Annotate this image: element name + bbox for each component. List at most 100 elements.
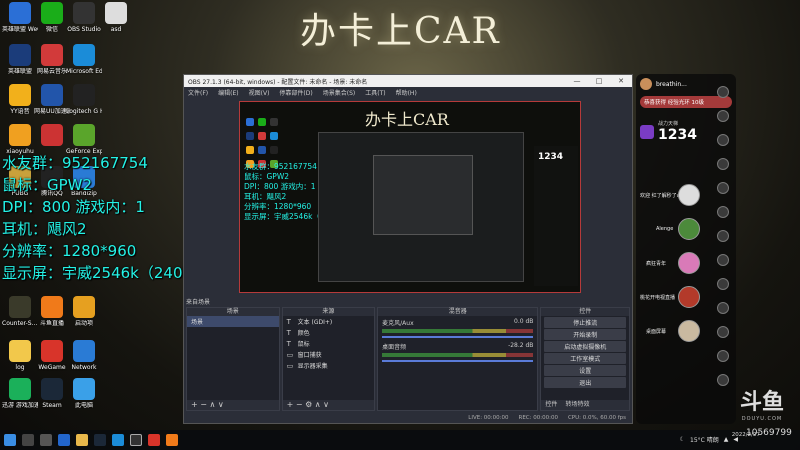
desktop-icon[interactable]: xiaoyuhu	[2, 124, 38, 155]
desktop-icon-label: Logitech G HUB	[66, 108, 102, 115]
side-button-icon[interactable]	[717, 110, 729, 122]
search-icon[interactable]	[22, 434, 34, 446]
scenes-dock: 场景 场景 + − ∧ ∨	[186, 307, 280, 411]
obs-window[interactable]: OBS 27.1.3 (64-bit, windows) - 配置文件: 未命名…	[183, 74, 633, 424]
desktop-icon[interactable]: 迅游 游戏加速器	[2, 378, 38, 409]
app-icon	[9, 44, 31, 66]
virtual-camera-button[interactable]: 启动虚拟摄像机	[544, 341, 627, 352]
menu-view[interactable]: 视图(V)	[249, 88, 270, 97]
desktop-icon[interactable]: 启动项	[66, 296, 102, 327]
desktop-icon[interactable]: log	[2, 340, 38, 371]
desktop-icon[interactable]: 微信	[34, 2, 70, 33]
preview-nested-window	[318, 132, 524, 282]
preview-fan-count: 1234	[538, 152, 564, 162]
desktop-icon[interactable]	[34, 124, 70, 148]
volume-slider[interactable]	[382, 336, 534, 338]
app-icon	[73, 378, 95, 400]
side-button-icon[interactable]	[717, 350, 729, 362]
maximize-button[interactable]: □	[588, 77, 610, 85]
side-button-icon[interactable]	[717, 278, 729, 290]
wegame-taskbar-icon[interactable]	[148, 434, 160, 446]
menu-help[interactable]: 帮助(H)	[396, 88, 417, 97]
desktop-icon[interactable]: 斗鱼直播	[34, 296, 70, 327]
tab-transitions[interactable]: 转场特效	[565, 400, 589, 410]
side-button-icon[interactable]	[717, 134, 729, 146]
desktop-icon[interactable]: 英雄联盟	[2, 44, 38, 75]
app-icon	[73, 44, 95, 66]
obs-titlebar[interactable]: OBS 27.1.3 (64-bit, windows) - 配置文件: 未命名…	[184, 75, 632, 87]
exit-button[interactable]: 退出	[544, 377, 627, 388]
source-item-window[interactable]: ▭ 窗口捕获	[283, 349, 375, 360]
stop-streaming-button[interactable]: 停止推流	[544, 317, 627, 328]
minimize-button[interactable]: —	[566, 77, 588, 85]
task-view-icon[interactable]	[40, 434, 52, 446]
desktop-icon[interactable]: Network	[66, 340, 102, 371]
source-item-display[interactable]: ▭ 显示器采集	[283, 360, 375, 371]
desktop-icon[interactable]: Microsoft Edge	[66, 44, 102, 75]
live-status: LIVE: 00:00:00	[468, 415, 509, 421]
channel-name: 桌面音频	[382, 344, 407, 351]
obs-taskbar-icon[interactable]	[130, 434, 142, 446]
close-button[interactable]: ✕	[610, 77, 632, 85]
desktop-icon[interactable]: WeGame	[34, 340, 70, 371]
desktop-icon[interactable]: 网易云音乐	[34, 44, 70, 75]
app-icon	[9, 340, 31, 362]
menu-scene-collection[interactable]: 场景集合(S)	[323, 88, 356, 97]
avatar	[678, 252, 700, 274]
side-button-icon[interactable]	[717, 230, 729, 242]
desktop-icon[interactable]: Logitech G HUB	[66, 84, 102, 115]
app-taskbar-icon[interactable]	[112, 434, 124, 446]
chat-message: Alenge	[656, 226, 674, 232]
system-tray: ☾ 15°C 晴朗 ▲ ◀	[680, 435, 738, 444]
desktop-icon[interactable]: GeForce Experience	[66, 124, 102, 155]
desktop-icon[interactable]: YY语音	[2, 84, 38, 115]
side-button-icon[interactable]	[717, 158, 729, 170]
studio-mode-button[interactable]: 工作室模式	[544, 353, 627, 364]
source-item-mouse[interactable]: T 鼠标	[283, 338, 375, 349]
side-button-icon[interactable]	[717, 326, 729, 338]
desktop-icon[interactable]: asd	[98, 2, 134, 33]
obs-preview[interactable]: 办卡上CAR 水友群：952167754 鼠标：GPW2 DPI：800 游戏内…	[239, 101, 581, 293]
avatar	[678, 320, 700, 342]
desktop-icon[interactable]: Counter-S... Global Offe...	[2, 296, 38, 327]
menu-edit[interactable]: 编辑(E)	[218, 88, 238, 97]
menu-docks[interactable]: 停靠部件(D)	[279, 88, 312, 97]
mixer-dock: 混音器 麦克风/Aux 0.0 dB 桌面音频 -28.2 dB	[377, 307, 539, 411]
desktop-icon-label: Microsoft Edge	[66, 68, 102, 75]
source-item-text[interactable]: T 文本 (GDI+)	[283, 316, 375, 327]
desktop-icon[interactable]: 网易UU加速器	[34, 84, 70, 115]
menu-file[interactable]: 文件(F)	[188, 88, 208, 97]
sources-toolbar[interactable]: + − ⚙ ∧ ∨	[282, 400, 375, 410]
side-button-icon[interactable]	[717, 182, 729, 194]
douyu-logo: 斗鱼	[740, 389, 785, 415]
douyu-taskbar-icon[interactable]	[166, 434, 178, 446]
edge-taskbar-icon[interactable]	[58, 434, 70, 446]
side-button-icon[interactable]	[717, 86, 729, 98]
mixer-header: 混音器	[378, 308, 538, 316]
side-button-icon[interactable]	[717, 374, 729, 386]
desktop-icon-label: 英雄联盟	[7, 68, 32, 75]
scenes-toolbar[interactable]: + − ∧ ∨	[187, 400, 279, 410]
desktop-icon[interactable]: 此电脑	[66, 378, 102, 409]
explorer-taskbar-icon[interactable]	[76, 434, 88, 446]
volume-slider[interactable]	[382, 360, 534, 362]
desktop-icon[interactable]: 英雄联盟 WeGame版	[2, 2, 38, 33]
start-icon[interactable]	[4, 434, 16, 446]
stream-banner-title: 办卡上CAR	[300, 11, 501, 52]
settings-button[interactable]: 设置	[544, 365, 627, 376]
scene-item[interactable]: 场景	[187, 316, 279, 327]
avatar	[678, 286, 700, 308]
mixer-channel-desktop: 桌面音频 -28.2 dB	[378, 340, 537, 364]
desktop-icon[interactable]: Steam	[34, 378, 70, 409]
steam-taskbar-icon[interactable]	[94, 434, 106, 446]
desktop-icon-label: OBS Studio	[67, 26, 101, 33]
menu-tools[interactable]: 工具(T)	[365, 88, 385, 97]
tab-controls[interactable]: 控件	[545, 400, 557, 410]
side-button-icon[interactable]	[717, 254, 729, 266]
desktop-icon[interactable]: OBS Studio	[66, 2, 102, 33]
side-button-icon[interactable]	[717, 206, 729, 218]
side-button-icon[interactable]	[717, 302, 729, 314]
network-icon[interactable]: ▲	[724, 436, 729, 443]
start-recording-button[interactable]: 开始录制	[544, 329, 627, 340]
source-item-color[interactable]: T 颜色	[283, 327, 375, 338]
